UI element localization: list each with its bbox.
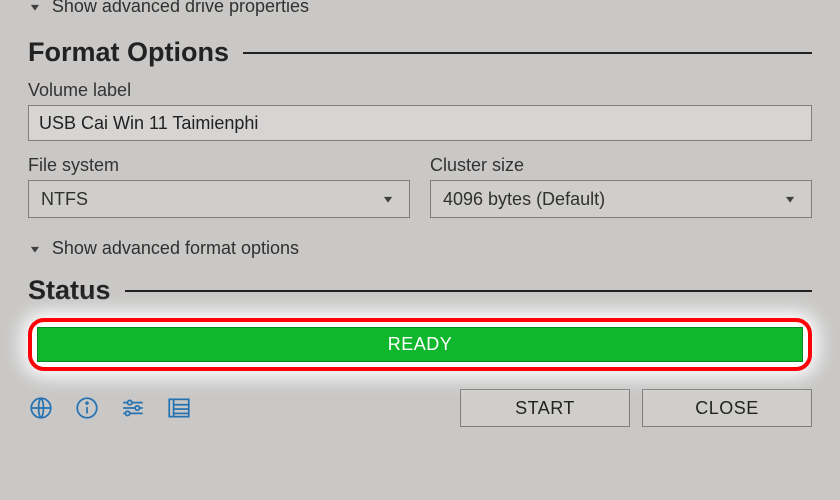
chevron-down-icon: ▼ [28,1,42,12]
settings-sliders-icon[interactable] [120,395,146,421]
drive-advanced-expander[interactable]: ▼ Show advanced drive properties [28,0,812,23]
footer: START CLOSE [28,389,812,427]
format-advanced-expander[interactable]: ▼ Show advanced format options [28,232,812,265]
format-options-heading: Format Options [28,37,229,68]
drive-advanced-label: Show advanced drive properties [52,0,309,17]
cluster-size-caption: Cluster size [430,155,812,176]
file-system-field: File system NTFS ▼ [28,155,410,218]
close-button[interactable]: CLOSE [642,389,812,427]
file-system-caption: File system [28,155,410,176]
format-options-header: Format Options [28,37,812,68]
status-value: READY [388,334,453,355]
chevron-down-icon: ▼ [28,243,42,254]
format-advanced-label: Show advanced format options [52,238,299,259]
cluster-size-select[interactable]: 4096 bytes (Default) ▼ [430,180,812,218]
chevron-down-icon: ▼ [381,193,395,204]
volume-label-input[interactable] [28,105,812,141]
footer-icons [28,395,192,421]
cluster-size-field: Cluster size 4096 bytes (Default) ▼ [430,155,812,218]
start-button[interactable]: START [460,389,630,427]
file-system-select[interactable]: NTFS ▼ [28,180,410,218]
status-header: Status [28,275,812,306]
cluster-size-value: 4096 bytes (Default) [443,189,605,210]
footer-buttons: START CLOSE [460,389,812,427]
globe-icon[interactable] [28,395,54,421]
chevron-down-icon: ▼ [783,193,797,204]
section-rule [243,52,812,54]
file-system-value: NTFS [41,189,88,210]
info-icon[interactable] [74,395,100,421]
status-bar-highlight: READY [28,318,812,371]
status-bar: READY [37,327,803,362]
section-rule [125,290,812,292]
status-heading: Status [28,275,111,306]
log-icon[interactable] [166,395,192,421]
volume-label-field: Volume label [28,80,812,141]
volume-label-caption: Volume label [28,80,812,101]
